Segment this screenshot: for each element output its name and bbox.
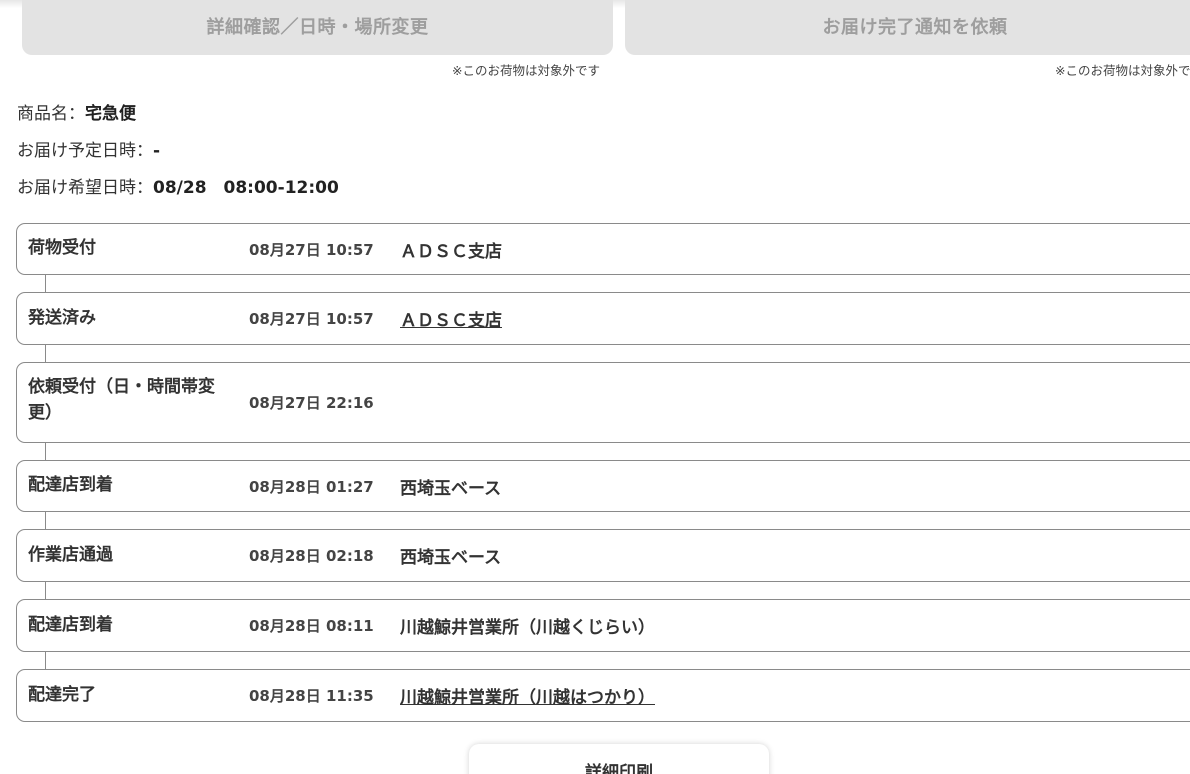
tracking-time: 08月27日 10:57 <box>249 241 374 259</box>
tracking-status: 依頼受付（日・時間帯変更） <box>28 377 215 423</box>
tracking-row: 依頼受付（日・時間帯変更） 08月27日 22:16 <box>16 362 1190 443</box>
tracking-place-link[interactable]: 川越鯨井営業所（川越はつかり） <box>400 683 655 708</box>
tracking-row: 配達完了 08月28日 11:35 川越鯨井営業所（川越はつかり） <box>16 669 1190 722</box>
product-name: 商品名：宅急便 <box>17 99 136 124</box>
tracking-time: 08月27日 22:16 <box>249 394 374 412</box>
timeline-connector <box>45 511 46 529</box>
requested-value: 08/28 08:00-12:00 <box>153 178 339 198</box>
completion-notice-note: ※このお荷物は対象外です <box>1055 63 1190 78</box>
tracking-row: 配達店到着 08月28日 08:11 川越鯨井営業所（川越くじらい） <box>16 599 1190 652</box>
detail-change-note: ※このお荷物は対象外です <box>452 63 600 78</box>
requested-label: お届け希望日時： <box>17 178 153 198</box>
print-details-button[interactable]: 詳細印刷 <box>469 744 769 774</box>
tracking-status: 配達店到着 <box>28 475 113 495</box>
tracking-row: 作業店通過 08月28日 02:18 西埼玉ベース <box>16 529 1190 582</box>
tracking-place: 西埼玉ベース <box>400 548 502 568</box>
scheduled-delivery: お届け予定日時：- <box>17 136 160 161</box>
timeline-connector <box>45 651 46 669</box>
completion-notice-button[interactable]: お届け完了通知を依頼 <box>625 0 1190 55</box>
timeline-connector <box>45 344 46 362</box>
scheduled-value: - <box>153 141 161 161</box>
tracking-row: 発送済み 08月27日 10:57 ＡＤＳＣ支店 <box>16 292 1190 345</box>
product-label: 商品名： <box>17 104 85 124</box>
tracking-time: 08月27日 10:57 <box>249 310 374 328</box>
timeline-connector <box>45 274 46 292</box>
tracking-place: 西埼玉ベース <box>400 479 502 499</box>
requested-delivery: お届け希望日時：08/28 08:00-12:00 <box>17 173 339 198</box>
tracking-place-link[interactable]: ＡＤＳＣ支店 <box>400 306 502 331</box>
tracking-status: 荷物受付 <box>28 238 96 258</box>
tracking-row: 荷物受付 08月27日 10:57 ＡＤＳＣ支店 <box>16 223 1190 275</box>
tracking-time: 08月28日 02:18 <box>249 547 374 565</box>
timeline-connector <box>45 581 46 599</box>
tracking-time: 08月28日 08:11 <box>249 617 374 635</box>
tracking-place: ＡＤＳＣ支店 <box>400 242 502 262</box>
print-details-label: 詳細印刷 <box>585 763 653 774</box>
tracking-status: 配達完了 <box>28 685 96 705</box>
tracking-status: 配達店到着 <box>28 615 113 635</box>
tracking-row: 配達店到着 08月28日 01:27 西埼玉ベース <box>16 460 1190 512</box>
timeline-connector <box>45 442 46 460</box>
tracking-place: 川越鯨井営業所（川越くじらい） <box>400 618 655 638</box>
tracking-time: 08月28日 01:27 <box>249 478 374 496</box>
tracking-page: 詳細確認／日時・場所変更 お届け完了通知を依頼 ※このお荷物は対象外です ※この… <box>0 0 1190 774</box>
tracking-time: 08月28日 11:35 <box>249 687 374 705</box>
detail-change-button[interactable]: 詳細確認／日時・場所変更 <box>22 0 613 55</box>
tracking-status: 作業店通過 <box>28 545 113 565</box>
tracking-status: 発送済み <box>28 308 96 328</box>
product-value: 宅急便 <box>85 104 136 124</box>
scheduled-label: お届け予定日時： <box>17 141 153 161</box>
